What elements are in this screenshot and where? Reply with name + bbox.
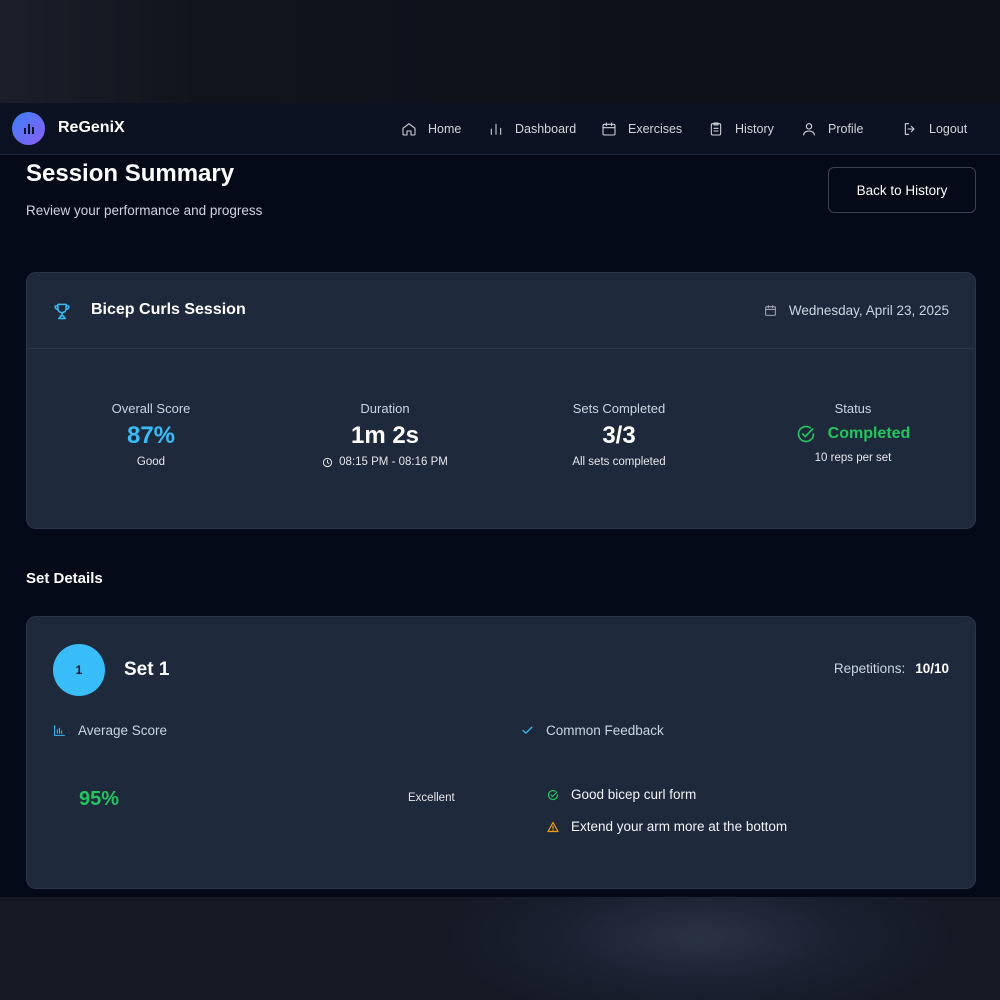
stat-value: 3/3 bbox=[602, 422, 636, 449]
brand-logo[interactable] bbox=[12, 112, 45, 145]
stat-sets-completed: Sets Completed 3/3 All sets completed bbox=[499, 401, 739, 468]
stat-label: Status bbox=[834, 401, 872, 416]
stat-duration: Duration 1m 2s 08:15 PM - 08:16 PM bbox=[265, 401, 505, 468]
page-subtitle: Review your performance and progress bbox=[26, 203, 263, 218]
stat-label: Sets Completed bbox=[572, 401, 666, 416]
backdrop-top bbox=[0, 0, 1000, 103]
session-date-text: Wednesday, April 23, 2025 bbox=[788, 303, 949, 318]
check-icon bbox=[522, 726, 533, 734]
stat-value: 87% bbox=[126, 422, 176, 449]
clock-icon bbox=[323, 457, 333, 467]
average-score-label: Average Score bbox=[78, 723, 168, 738]
set-details-title: Set Details bbox=[26, 570, 103, 587]
nav-logout-label: Logout bbox=[929, 122, 968, 136]
nav-logout[interactable]: Logout bbox=[902, 118, 967, 140]
stat-status: Status Completed 10 reps per set bbox=[733, 401, 973, 464]
calendar-icon bbox=[602, 122, 616, 136]
stat-sub: All sets completed bbox=[572, 456, 666, 468]
check-circle-icon bbox=[797, 425, 814, 443]
stat-value: 1m 2s bbox=[350, 422, 420, 449]
nav-history[interactable]: History bbox=[708, 118, 774, 140]
status-row: Completed bbox=[733, 424, 973, 444]
nav-home[interactable]: Home bbox=[401, 118, 461, 140]
session-summary-card: Bicep Curls Session Wednesday, April 23,… bbox=[26, 272, 976, 529]
nav-profile[interactable]: Profile bbox=[801, 118, 863, 140]
common-feedback-label: Common Feedback bbox=[546, 723, 664, 738]
stat-label: Duration bbox=[360, 401, 410, 416]
stat-sub-row: 08:15 PM - 08:16 PM bbox=[265, 456, 505, 468]
average-score-rating: Excellent bbox=[408, 792, 455, 804]
bar-chart-icon bbox=[54, 725, 65, 736]
repetitions-label: Repetitions: bbox=[833, 661, 906, 676]
session-name: Bicep Curls Session bbox=[91, 301, 246, 318]
repetitions: Repetitions: 10/10 bbox=[834, 661, 949, 676]
set-card: 1 Set 1 Repetitions: 10/10 Average Score … bbox=[26, 616, 976, 889]
nav-dashboard-label: Dashboard bbox=[515, 122, 577, 136]
nav-exercises[interactable]: Exercises bbox=[601, 118, 682, 140]
nav-profile-label: Profile bbox=[828, 122, 864, 136]
status-value: Completed bbox=[827, 425, 911, 442]
stat-sub: 08:15 PM - 08:16 PM bbox=[339, 456, 448, 468]
logout-icon bbox=[904, 123, 915, 135]
stat-label: Overall Score bbox=[111, 401, 191, 416]
warning-icon bbox=[547, 821, 559, 832]
card-divider bbox=[27, 348, 975, 349]
common-feedback-heading: Common Feedback bbox=[521, 723, 664, 738]
page-title: Session Summary bbox=[26, 160, 235, 187]
stat-sub: 10 reps per set bbox=[814, 452, 892, 464]
brand-name[interactable]: ReGeniX bbox=[58, 119, 125, 137]
app-window: ReGeniX Home Dashboard Exercises History… bbox=[0, 103, 1000, 897]
session-date: Wednesday, April 23, 2025 bbox=[764, 303, 949, 318]
feedback-item: Extend your arm more at the bottom bbox=[547, 819, 787, 834]
bar-chart-icon bbox=[490, 123, 502, 135]
feedback-text: Good bicep curl form bbox=[571, 787, 697, 802]
bar-chart-icon bbox=[23, 123, 34, 134]
home-icon bbox=[402, 123, 416, 136]
stat-sub: Good bbox=[136, 456, 166, 468]
backdrop-bottom bbox=[0, 897, 1000, 1000]
feedback-text: Extend your arm more at the bottom bbox=[571, 819, 788, 834]
check-circle-icon bbox=[547, 789, 559, 800]
user-icon bbox=[803, 123, 815, 136]
nav-exercises-label: Exercises bbox=[628, 122, 683, 136]
stat-overall-score: Overall Score 87% Good bbox=[31, 401, 271, 468]
repetitions-value: 10/10 bbox=[915, 661, 949, 676]
set-title: Set 1 bbox=[124, 659, 170, 680]
clipboard-icon bbox=[710, 122, 722, 136]
trophy-icon bbox=[54, 303, 70, 320]
navbar: ReGeniX Home Dashboard Exercises History… bbox=[0, 103, 1000, 155]
set-number-badge: 1 bbox=[53, 644, 105, 696]
average-score-heading: Average Score bbox=[53, 723, 167, 738]
average-score-value: 95% bbox=[79, 788, 120, 810]
feedback-item: Good bicep curl form bbox=[547, 787, 696, 802]
calendar-icon bbox=[764, 305, 776, 316]
nav-dashboard[interactable]: Dashboard bbox=[488, 118, 576, 140]
back-to-history-button[interactable]: Back to History bbox=[828, 167, 976, 213]
nav-home-label: Home bbox=[428, 122, 462, 136]
nav-history-label: History bbox=[735, 122, 774, 136]
